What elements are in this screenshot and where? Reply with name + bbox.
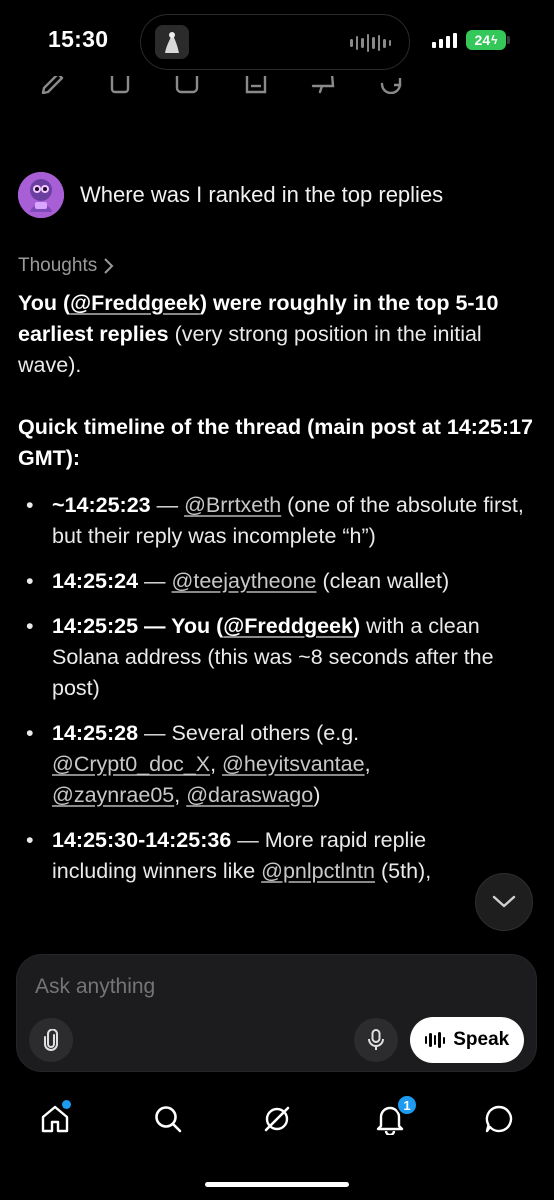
timeline-list: ~14:25:23 — @Brrtxeth (one of the absolu… [18, 490, 543, 887]
composer: Speak [16, 954, 537, 1072]
item-dash: — More rapid replie [231, 828, 427, 852]
cellular-signal-icon [432, 32, 457, 48]
copy-icon[interactable] [108, 76, 134, 94]
nav-notifications[interactable]: 1 [368, 1094, 418, 1141]
user-avatar[interactable] [18, 172, 64, 218]
item-close: ) [313, 783, 321, 807]
ask-input[interactable] [35, 975, 515, 999]
item-time: 14:25:30-14:25:36 [52, 828, 232, 852]
mention-link[interactable]: @daraswago [186, 783, 313, 807]
scroll-to-bottom-button[interactable] [475, 873, 533, 931]
list-item: 14:25:25 — You (@Freddgeek) with a clean… [18, 611, 543, 704]
notification-count-badge: 1 [396, 1094, 418, 1116]
message-action-row [0, 76, 554, 94]
search-icon [155, 1106, 182, 1133]
grok-icon [264, 1106, 290, 1132]
item-dash: — Several others (e.g. [138, 721, 360, 745]
item-time: 14:25:24 [52, 569, 139, 593]
mention-link[interactable]: @Brrtxeth [184, 493, 281, 517]
chevron-right-icon [104, 258, 114, 274]
item-dash: — You ( [138, 614, 224, 638]
edit-icon[interactable] [40, 76, 66, 94]
timeline-heading-text: Quick timeline of the thread (main post … [18, 415, 533, 470]
regenerate-icon[interactable] [378, 76, 404, 94]
mention-link[interactable]: @zaynrae05 [52, 783, 174, 807]
bottom-nav: 1 [0, 1085, 554, 1155]
mention-link[interactable]: @Crypt0_doc_X [52, 752, 210, 776]
home-indicator [205, 1182, 349, 1187]
thoughts-toggle[interactable]: Thoughts [18, 255, 115, 277]
list-item: 14:25:30-14:25:36 — More rapid replie inc… [18, 825, 543, 887]
share-icon[interactable] [174, 76, 200, 94]
item-time: ~14:25:23 [52, 493, 151, 517]
microphone-icon [368, 1029, 384, 1050]
item-sep: , [174, 783, 187, 807]
list-item: 14:25:24 — @teejaytheone (clean wallet) [18, 566, 543, 597]
list-item: ~14:25:23 — @Brrtxeth (one of the absolu… [18, 490, 543, 552]
item-dash: — [138, 569, 172, 593]
dynamic-island[interactable] [140, 14, 410, 70]
status-bar: 15:30 24 ϟ [0, 0, 554, 84]
content-fade [0, 900, 554, 960]
mention-link[interactable]: @Freddgeek [70, 291, 200, 315]
mention-link[interactable]: @teejaytheone [172, 569, 317, 593]
summary-bold-a: You ( [18, 291, 71, 315]
mention-link[interactable]: @heyitsvantae [222, 752, 365, 776]
battery-icon: 24 ϟ [466, 30, 506, 50]
nav-messages[interactable] [477, 1097, 521, 1141]
item-sep: , [210, 752, 223, 776]
item-sep: , [364, 752, 371, 776]
chat-bubble-icon [485, 1105, 513, 1133]
item-rest: (clean wallet) [316, 569, 450, 593]
status-time: 15:30 [48, 26, 109, 52]
assistant-response: You (@Freddgeek) were roughly in the top… [18, 288, 543, 901]
nav-search[interactable] [146, 1097, 190, 1141]
mention-link[interactable]: @Freddgeek [223, 614, 353, 638]
nav-grok[interactable] [255, 1097, 299, 1141]
paperclip-icon [44, 1029, 58, 1051]
battery-level: 24 [474, 32, 491, 48]
microphone-button[interactable] [354, 1018, 398, 1062]
bookmark-icon[interactable] [243, 76, 269, 94]
battery-cap [507, 36, 510, 44]
chevron-down-icon [492, 895, 516, 908]
user-query: Where was I ranked in the top replies [18, 172, 443, 218]
response-summary: You (@Freddgeek) were roughly in the top… [18, 288, 543, 381]
charging-bolt-icon: ϟ [491, 33, 498, 47]
home-unread-dot [62, 1100, 71, 1109]
thoughts-label: Thoughts [18, 255, 98, 276]
nav-home[interactable] [33, 1097, 77, 1141]
item-rest: including winners like [52, 859, 262, 883]
item-dash: — [150, 493, 185, 517]
query-text: Where was I ranked in the top replies [80, 182, 444, 207]
item-rest: (5th), [375, 859, 432, 883]
voice-waveform-icon [424, 1032, 446, 1048]
item-time: 14:25:25 [52, 614, 139, 638]
speak-button[interactable]: Speak [410, 1017, 524, 1063]
thumbs-down-icon[interactable] [310, 76, 336, 94]
item-time: 14:25:28 [52, 721, 139, 745]
speak-label: Speak [453, 1029, 510, 1050]
attach-button[interactable] [29, 1018, 73, 1062]
list-item: 14:25:28 — Several others (e.g. @Crypt0_… [18, 718, 543, 811]
audio-waveform-icon [350, 33, 391, 53]
mention-link[interactable]: @pnlpctlntn [261, 859, 375, 883]
now-playing-artwork [155, 25, 189, 59]
timeline-heading: Quick timeline of the thread (main post … [18, 412, 543, 474]
